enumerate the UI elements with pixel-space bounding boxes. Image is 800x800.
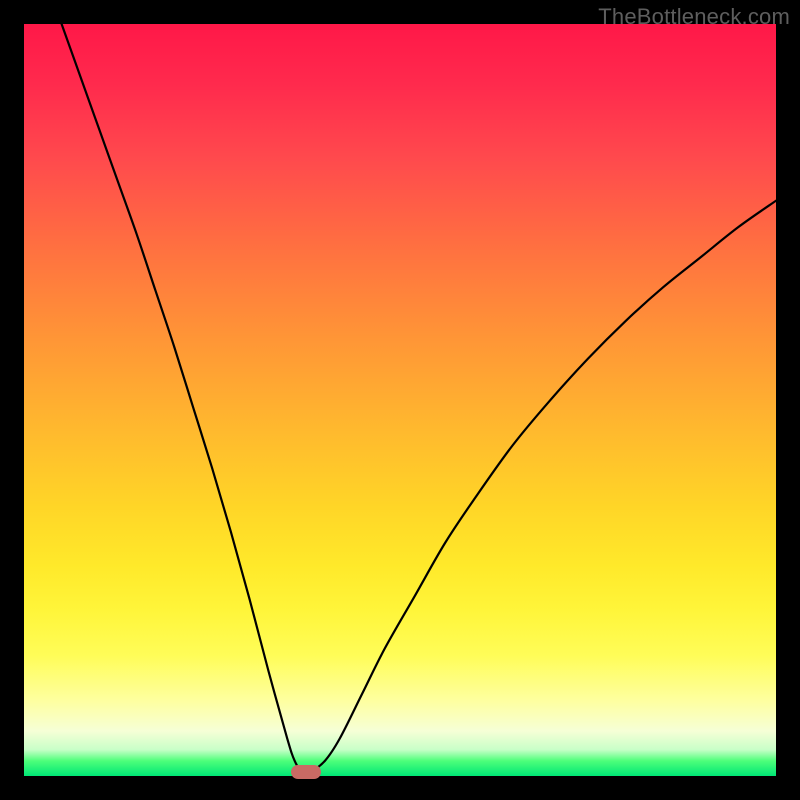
bottleneck-curve (24, 24, 776, 776)
plot-area (24, 24, 776, 776)
minimum-marker (291, 765, 321, 779)
curve-path (62, 24, 776, 774)
watermark-text: TheBottleneck.com (598, 4, 790, 30)
